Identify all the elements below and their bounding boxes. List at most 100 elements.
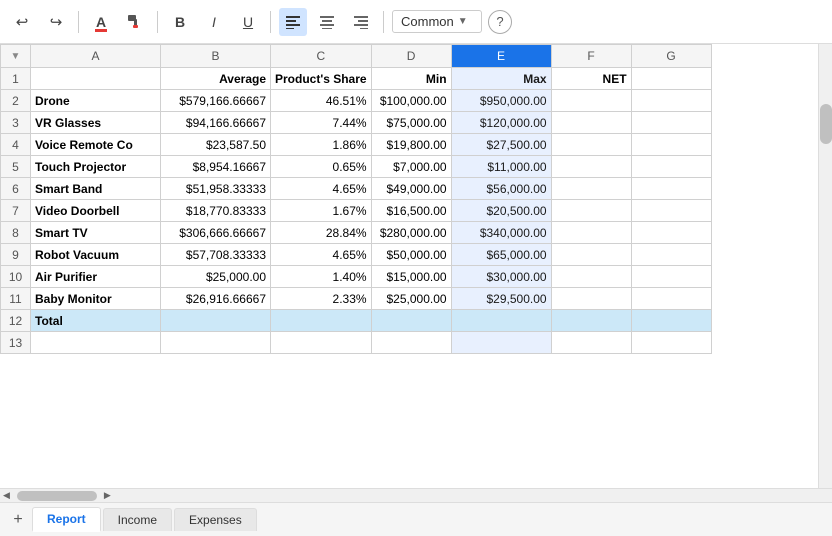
cell-12b[interactable]: [161, 310, 271, 332]
cell-2g[interactable]: [631, 90, 711, 112]
cell-7g[interactable]: [631, 200, 711, 222]
cell-4a[interactable]: Voice Remote Co: [31, 134, 161, 156]
cell-9c[interactable]: 4.65%: [271, 244, 372, 266]
cell-5f[interactable]: [551, 156, 631, 178]
cell-11g[interactable]: [631, 288, 711, 310]
cell-5d[interactable]: $7,000.00: [371, 156, 451, 178]
cell-9e[interactable]: $65,000.00: [451, 244, 551, 266]
cell-5e[interactable]: $11,000.00: [451, 156, 551, 178]
scroll-right-icon[interactable]: ▶: [101, 490, 114, 501]
cell-1g[interactable]: [631, 68, 711, 90]
horizontal-scrollbar-thumb[interactable]: [17, 491, 97, 501]
cell-11c[interactable]: 2.33%: [271, 288, 372, 310]
cell-7c[interactable]: 1.67%: [271, 200, 372, 222]
cell-1f[interactable]: NET: [551, 68, 631, 90]
font-color-button[interactable]: A: [87, 8, 115, 36]
cell-10e[interactable]: $30,000.00: [451, 266, 551, 288]
cell-3f[interactable]: [551, 112, 631, 134]
cell-9f[interactable]: [551, 244, 631, 266]
cell-8c[interactable]: 28.84%: [271, 222, 372, 244]
cell-3d[interactable]: $75,000.00: [371, 112, 451, 134]
cell-4b[interactable]: $23,587.50: [161, 134, 271, 156]
cell-3c[interactable]: 7.44%: [271, 112, 372, 134]
cell-11e[interactable]: $29,500.00: [451, 288, 551, 310]
cell-6g[interactable]: [631, 178, 711, 200]
cell-10d[interactable]: $15,000.00: [371, 266, 451, 288]
cell-2a[interactable]: Drone: [31, 90, 161, 112]
cell-1e[interactable]: Max: [451, 68, 551, 90]
cell-5a[interactable]: Touch Projector: [31, 156, 161, 178]
cell-13e[interactable]: [451, 332, 551, 354]
cell-2b[interactable]: $579,166.66667: [161, 90, 271, 112]
cell-13b[interactable]: [161, 332, 271, 354]
col-header-b[interactable]: B: [161, 45, 271, 68]
cell-7a[interactable]: Video Doorbell: [31, 200, 161, 222]
cell-10f[interactable]: [551, 266, 631, 288]
col-header-f[interactable]: F: [551, 45, 631, 68]
undo-button[interactable]: ↩: [8, 8, 36, 36]
cell-8g[interactable]: [631, 222, 711, 244]
cell-4c[interactable]: 1.86%: [271, 134, 372, 156]
scroll-left-icon[interactable]: ◀: [0, 490, 13, 501]
cell-12a[interactable]: Total: [31, 310, 161, 332]
align-center-button[interactable]: [313, 8, 341, 36]
cell-10g[interactable]: [631, 266, 711, 288]
cell-2e[interactable]: $950,000.00: [451, 90, 551, 112]
cell-13g[interactable]: [631, 332, 711, 354]
cell-9g[interactable]: [631, 244, 711, 266]
cell-10a[interactable]: Air Purifier: [31, 266, 161, 288]
vertical-scrollbar[interactable]: [818, 44, 832, 488]
cell-7b[interactable]: $18,770.83333: [161, 200, 271, 222]
cell-12d[interactable]: [371, 310, 451, 332]
cell-8b[interactable]: $306,666.66667: [161, 222, 271, 244]
align-left-button[interactable]: [279, 8, 307, 36]
col-header-g[interactable]: G: [631, 45, 711, 68]
cell-13a[interactable]: [31, 332, 161, 354]
cell-4e[interactable]: $27,500.00: [451, 134, 551, 156]
cell-5c[interactable]: 0.65%: [271, 156, 372, 178]
cell-1b[interactable]: Average: [161, 68, 271, 90]
format-dropdown[interactable]: Common ▼: [392, 10, 482, 33]
col-header-e[interactable]: E: [451, 45, 551, 68]
align-right-button[interactable]: [347, 8, 375, 36]
cell-12g[interactable]: [631, 310, 711, 332]
cell-5b[interactable]: $8,954.16667: [161, 156, 271, 178]
cell-3b[interactable]: $94,166.66667: [161, 112, 271, 134]
col-header-a[interactable]: A: [31, 45, 161, 68]
cell-3g[interactable]: [631, 112, 711, 134]
horizontal-scrollbar[interactable]: ◀ ▶: [0, 488, 832, 502]
cell-7e[interactable]: $20,500.00: [451, 200, 551, 222]
cell-11f[interactable]: [551, 288, 631, 310]
cell-1a[interactable]: [31, 68, 161, 90]
cell-1d[interactable]: Min: [371, 68, 451, 90]
underline-button[interactable]: U: [234, 8, 262, 36]
cell-5g[interactable]: [631, 156, 711, 178]
grid-scroll[interactable]: ▼ A B C D E F G 1: [0, 44, 818, 488]
cell-6f[interactable]: [551, 178, 631, 200]
cell-9a[interactable]: Robot Vacuum: [31, 244, 161, 266]
cell-2d[interactable]: $100,000.00: [371, 90, 451, 112]
cell-12e[interactable]: [451, 310, 551, 332]
cell-13c[interactable]: [271, 332, 372, 354]
add-sheet-button[interactable]: +: [6, 508, 30, 532]
cell-11a[interactable]: Baby Monitor: [31, 288, 161, 310]
vertical-scrollbar-thumb[interactable]: [820, 104, 832, 144]
cell-8a[interactable]: Smart TV: [31, 222, 161, 244]
cell-13f[interactable]: [551, 332, 631, 354]
cell-8f[interactable]: [551, 222, 631, 244]
cell-4g[interactable]: [631, 134, 711, 156]
cell-11d[interactable]: $25,000.00: [371, 288, 451, 310]
cell-3a[interactable]: VR Glasses: [31, 112, 161, 134]
cell-12c[interactable]: [271, 310, 372, 332]
cell-7d[interactable]: $16,500.00: [371, 200, 451, 222]
cell-10c[interactable]: 1.40%: [271, 266, 372, 288]
cell-2c[interactable]: 46.51%: [271, 90, 372, 112]
cell-6e[interactable]: $56,000.00: [451, 178, 551, 200]
cell-12f[interactable]: [551, 310, 631, 332]
cell-6c[interactable]: 4.65%: [271, 178, 372, 200]
cell-13d[interactable]: [371, 332, 451, 354]
cell-10b[interactable]: $25,000.00: [161, 266, 271, 288]
cell-3e[interactable]: $120,000.00: [451, 112, 551, 134]
cell-8e[interactable]: $340,000.00: [451, 222, 551, 244]
redo-button[interactable]: ↪: [42, 8, 70, 36]
